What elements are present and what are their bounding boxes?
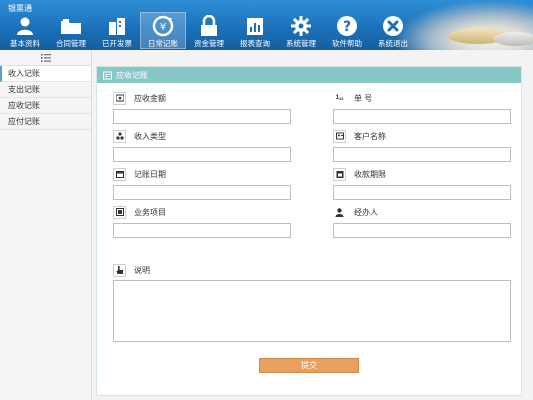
exit-icon: [381, 14, 405, 37]
nav-reports[interactable]: 报表查询: [232, 12, 278, 49]
nav-invoice[interactable]: 已开发票: [94, 12, 140, 49]
amount-input[interactable]: [113, 109, 291, 124]
top-banner: 银票通 基本资料 合同管理 已开发票 ¥ 日常记账 资金管理 报表查询 系统管理…: [0, 0, 533, 50]
income-type-input[interactable]: [113, 147, 291, 162]
deadline-icon: [333, 167, 346, 181]
contract-folder-icon: [59, 14, 83, 37]
nav-exit[interactable]: 系统退出: [370, 12, 416, 49]
field-label: 客户名称: [354, 131, 386, 141]
nav-label: 合同管理: [56, 39, 86, 48]
nav-label: 系统退出: [378, 39, 408, 48]
handler-input[interactable]: [333, 223, 511, 238]
field-record-date: 记账日期: [113, 167, 291, 200]
sidebar-item-income[interactable]: 收入记账: [0, 66, 91, 82]
panel-title: 应收记账: [116, 70, 148, 80]
invoice-buildings-icon: [105, 14, 129, 37]
customer-icon: [333, 129, 346, 143]
person-icon: [333, 205, 346, 219]
hand-pointer-icon: [113, 263, 126, 277]
submit-button[interactable]: 提交: [259, 358, 359, 373]
receivable-icon: [103, 71, 112, 80]
field-customer: 客户名称: [333, 129, 511, 162]
nav-label: 报表查询: [240, 39, 270, 48]
sidebar-item-payable[interactable]: 应付记账: [0, 114, 91, 130]
nav-system-settings[interactable]: 系统管理: [278, 12, 324, 49]
field-label: 业务项目: [134, 207, 166, 217]
nav-daily-accounting[interactable]: ¥ 日常记账: [140, 12, 186, 49]
doc-no-input[interactable]: [333, 109, 511, 124]
receivable-form-panel: 应收记账 应收金额 1 23 单 号 收入类型 客户名称 记账日期 收款期限 业…: [96, 66, 522, 396]
nav-label: 资金管理: [194, 39, 224, 48]
sidebar-toggle[interactable]: [0, 50, 91, 66]
number-icon: 1 23: [333, 91, 346, 105]
sidebar-item-expense[interactable]: 支出记账: [0, 82, 91, 98]
sidebar: 收入记账 支出记账 应收记账 应付记账: [0, 50, 92, 400]
nav-help[interactable]: ? 软件帮助: [324, 12, 370, 49]
main-content: 应收记账 应收金额 1 23 单 号 收入类型 客户名称 记账日期 收款期限 业…: [92, 50, 533, 400]
field-label: 经办人: [354, 207, 378, 217]
field-label: 记账日期: [134, 169, 166, 179]
nav-funds[interactable]: 资金管理: [186, 12, 232, 49]
field-label: 收款期限: [354, 169, 386, 179]
report-icon: [243, 14, 267, 37]
sidebar-item-receivable[interactable]: 应收记账: [0, 98, 91, 114]
nav-label: 已开发票: [102, 39, 132, 48]
field-amount: 应收金额: [113, 91, 291, 124]
main-nav: 基本资料 合同管理 已开发票 ¥ 日常记账 资金管理 报表查询 系统管理 ? 软…: [2, 12, 416, 50]
accounting-cycle-icon: ¥: [151, 15, 175, 37]
field-income-type: 收入类型: [113, 129, 291, 162]
nav-label: 日常记账: [148, 39, 178, 48]
due-date-input[interactable]: [333, 185, 511, 200]
panel-header: 应收记账: [97, 67, 521, 83]
record-date-input[interactable]: [113, 185, 291, 200]
field-doc-no: 1 23 单 号: [333, 91, 511, 124]
nav-label: 软件帮助: [332, 39, 362, 48]
menu-icon: [40, 53, 51, 62]
lock-icon: [197, 14, 221, 37]
field-label: 收入类型: [134, 131, 166, 141]
gear-icon: [289, 14, 313, 37]
project-icon: [113, 205, 126, 219]
nav-contract[interactable]: 合同管理: [48, 12, 94, 49]
banner-coin-decoration: [493, 32, 533, 46]
money-icon: [113, 91, 126, 105]
nav-label: 基本资料: [10, 39, 40, 48]
notes-textarea[interactable]: [113, 280, 511, 342]
nav-label: 系统管理: [286, 39, 316, 48]
category-icon: [113, 129, 126, 143]
field-label: 应收金额: [134, 93, 166, 103]
field-notes: 说明: [113, 263, 150, 277]
field-due-date: 收款期限: [333, 167, 511, 200]
field-label: 单 号: [354, 93, 373, 103]
project-input[interactable]: [113, 223, 291, 238]
field-label: 说明: [134, 265, 150, 275]
field-project: 业务项目: [113, 205, 291, 238]
nav-basic-info[interactable]: 基本资料: [2, 12, 48, 49]
field-handler: 经办人: [333, 205, 511, 238]
help-icon: ?: [335, 14, 359, 37]
svg-text:?: ?: [343, 19, 351, 35]
user-icon: [13, 14, 37, 37]
svg-text:¥: ¥: [160, 22, 166, 33]
customer-input[interactable]: [333, 147, 511, 162]
calendar-icon: [113, 167, 126, 181]
